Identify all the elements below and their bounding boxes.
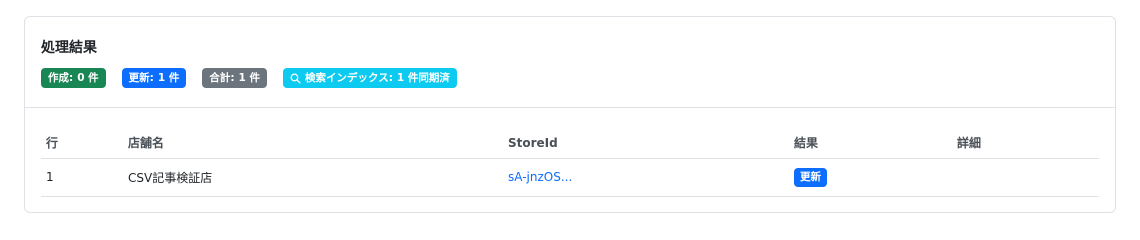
search-icon [290, 73, 301, 84]
results-title: 処理結果 [41, 40, 97, 56]
cell-details [952, 158, 1099, 197]
total-count-badge: 合計: 1 件 [202, 68, 268, 88]
updated-value: 1 件 [157, 72, 180, 84]
results-card: 処理結果 作成: 0 件 更新: 1 件 合計: 1 件 検索インデックス: 1… [24, 16, 1116, 213]
results-table: 行 店舗名 StoreId 結果 詳細 1 CSV記事検証店 sA-jnzOS.… [41, 128, 1099, 197]
header-details: 詳細 [952, 128, 1099, 159]
result-badge: 更新 [794, 167, 827, 187]
created-count-badge: 作成: 0 件 [41, 68, 106, 88]
header-store-name: 店舗名 [123, 128, 503, 159]
updated-label: 更新: [128, 72, 154, 84]
table-row: 1 CSV記事検証店 sA-jnzOS... 更新 [41, 158, 1099, 197]
table-header-row: 行 店舗名 StoreId 結果 詳細 [41, 128, 1099, 159]
store-id-link[interactable]: sA-jnzOS... [508, 170, 572, 184]
search-index-value: 1 件同期済 [396, 72, 450, 84]
header-row-number: 行 [41, 128, 123, 159]
updated-count-badge: 更新: 1 件 [121, 68, 187, 88]
summary-badges: 作成: 0 件 更新: 1 件 合計: 1 件 検索インデックス: 1 件同期済 [41, 68, 1099, 88]
total-value: 1 件 [238, 72, 261, 84]
results-body: 行 店舗名 StoreId 結果 詳細 1 CSV記事検証店 sA-jnzOS.… [25, 108, 1115, 197]
header-store-id: StoreId [503, 128, 789, 159]
search-index-label: 検索インデックス: [305, 72, 393, 84]
search-index-badge: 検索インデックス: 1 件同期済 [283, 68, 457, 88]
cell-store-name: CSV記事検証店 [123, 158, 503, 197]
cell-result: 更新 [789, 158, 952, 197]
created-value: 0 件 [77, 72, 99, 84]
cell-row-number: 1 [41, 158, 123, 197]
created-label: 作成: [48, 72, 74, 84]
total-label: 合計: [209, 72, 235, 84]
cell-store-id: sA-jnzOS... [503, 158, 789, 197]
header-result: 結果 [789, 128, 952, 159]
results-header: 処理結果 作成: 0 件 更新: 1 件 合計: 1 件 検索インデックス: 1… [25, 17, 1115, 108]
